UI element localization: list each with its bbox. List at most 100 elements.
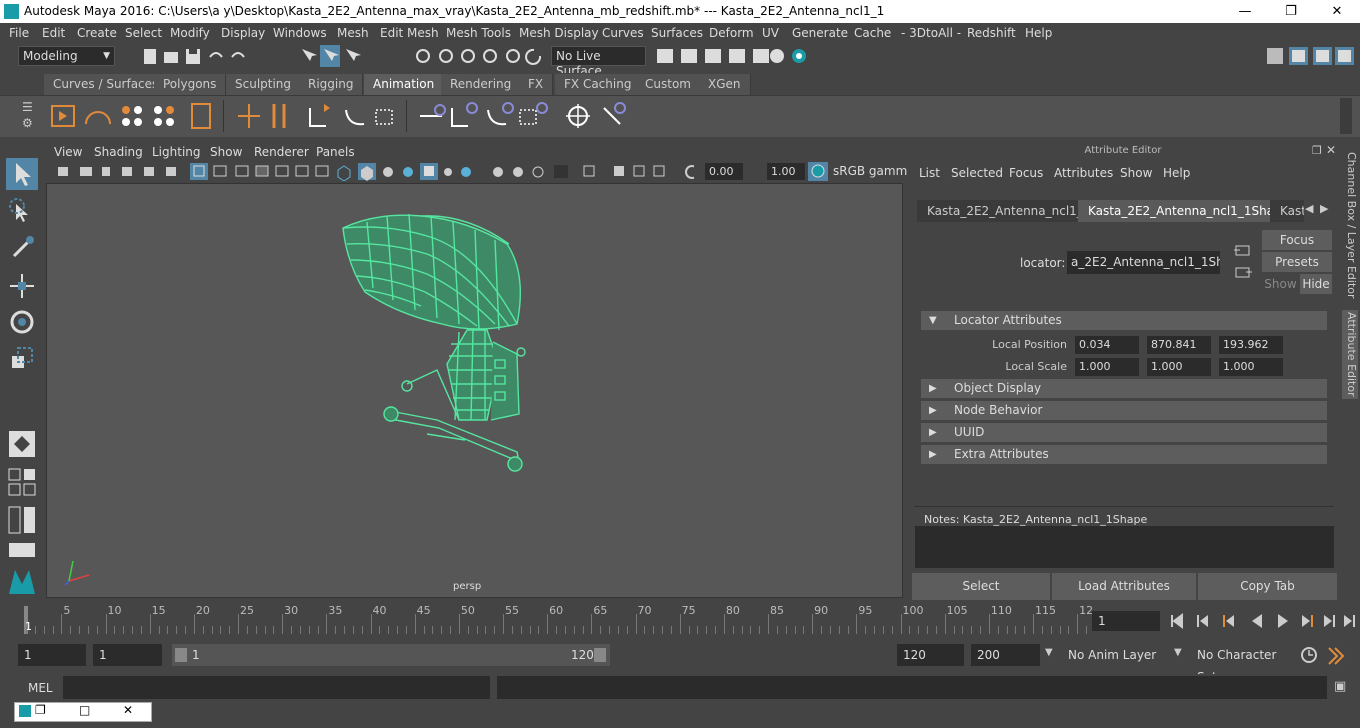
notes-textarea[interactable] (915, 526, 1334, 568)
close-icon[interactable]: ✕ (123, 703, 133, 717)
scale-tool-icon[interactable] (6, 342, 38, 374)
animation-start-field[interactable]: 1 (18, 644, 86, 666)
tab-curves-surfaces[interactable]: Curves / Surfaces (44, 74, 169, 95)
paint-select-icon[interactable] (6, 232, 38, 264)
tab-custom[interactable]: Custom (636, 74, 701, 95)
tab-fx[interactable]: FX (519, 74, 554, 95)
antenna-wireframe-model[interactable] (47, 184, 902, 597)
hide-button[interactable]: Hide (1300, 274, 1332, 294)
tab-animation[interactable]: Animation (364, 74, 445, 95)
menu-select[interactable]: Select (125, 26, 162, 40)
tab-sculpting[interactable]: Sculpting (226, 74, 302, 95)
mode-dropdown[interactable]: Modeling ▼ (18, 46, 115, 66)
vp-menu-renderer[interactable]: Renderer (254, 145, 309, 159)
move-tool-icon[interactable] (6, 270, 38, 302)
local-scale-x[interactable]: 1.000 (1075, 358, 1139, 376)
close-panel-icon[interactable]: ✕ (1326, 143, 1336, 157)
menu-surfaces[interactable]: Surfaces (651, 26, 703, 40)
render-toolbar-icons[interactable] (655, 46, 815, 66)
maximize-button[interactable]: ❐ (1268, 0, 1314, 23)
section-object-display[interactable]: ▶ Object Display (921, 379, 1327, 398)
menu-display[interactable]: Display (221, 26, 265, 40)
ae-menu-selected[interactable]: Selected (951, 166, 1003, 180)
key-prefs-icons[interactable] (1299, 644, 1355, 666)
menu-mesh[interactable]: Mesh (337, 26, 369, 40)
menu-redshift[interactable]: Redshift (967, 26, 1016, 40)
ae-menu-focus[interactable]: Focus (1009, 166, 1043, 180)
menu-create[interactable]: Create (77, 26, 117, 40)
section-uuid[interactable]: ▶ UUID (921, 423, 1327, 442)
color-space-label[interactable]: sRGB gamma (833, 164, 915, 178)
shelf-tool-icons[interactable] (48, 100, 638, 134)
menu-mesh-display[interactable]: Mesh Display (519, 26, 599, 40)
ae-tab-overflow[interactable]: Kast (1270, 200, 1304, 222)
character-set-dropdown[interactable]: No Character Set (1191, 644, 1291, 684)
tab-xgen[interactable]: XGen (699, 74, 751, 95)
color-management-icon[interactable] (808, 162, 828, 181)
range-start-handle[interactable] (175, 648, 187, 662)
load-attributes-button[interactable]: Load Attributes (1052, 573, 1196, 600)
lasso-tool-icon[interactable] (6, 196, 38, 228)
vp-menu-shading[interactable]: Shading (94, 145, 143, 159)
file-toolbar-icons[interactable] (140, 47, 270, 67)
live-surface-field[interactable]: No Live Surface (551, 46, 646, 78)
shelf-scrollbar[interactable] (1340, 98, 1352, 134)
menu-windows[interactable]: Windows (273, 26, 327, 40)
focus-button[interactable]: Focus (1262, 230, 1332, 250)
tab-left-arrow-icon[interactable]: ◀ (1305, 202, 1313, 215)
local-position-y[interactable]: 870.841 (1147, 336, 1211, 354)
tab-rigging[interactable]: Rigging (299, 74, 364, 95)
copy-tab-button[interactable]: Copy Tab (1198, 573, 1337, 600)
ae-menu-show[interactable]: Show (1120, 166, 1152, 180)
menu-uv[interactable]: UV (762, 26, 779, 40)
attribute-editor-tab[interactable]: Attribute Editor (1342, 310, 1358, 399)
vp-menu-panels[interactable]: Panels (316, 145, 355, 159)
near-clip-field[interactable]: 0.00 (705, 163, 743, 180)
range-end-handle[interactable] (594, 648, 606, 662)
presets-button[interactable]: Presets (1262, 252, 1332, 272)
range-slider[interactable]: 1 120 (172, 644, 610, 666)
ae-tab-transform[interactable]: Kasta_2E2_Antenna_ncl1_1 (917, 200, 1101, 222)
menu-help[interactable]: Help (1025, 26, 1052, 40)
mel-command-input[interactable] (63, 676, 490, 699)
playback-end-field[interactable]: 120 (897, 644, 964, 666)
menu-modify[interactable]: Modify (170, 26, 210, 40)
tab-rendering[interactable]: Rendering (441, 74, 522, 95)
select-button[interactable]: Select (912, 573, 1050, 600)
tab-polygons[interactable]: Polygons (154, 74, 227, 95)
local-position-z[interactable]: 193.962 (1219, 336, 1283, 354)
local-scale-y[interactable]: 1.000 (1147, 358, 1211, 376)
current-frame-field[interactable]: 1 (1092, 611, 1160, 631)
playback-start-field[interactable]: 1 (93, 644, 162, 666)
playback-controls[interactable] (1168, 611, 1358, 631)
tab-fx-caching[interactable]: FX Caching (555, 74, 642, 95)
ae-tab-shape[interactable]: Kasta_2E2_Antenna_ncl1_1Shape (1078, 200, 1300, 222)
section-locator-attributes[interactable]: ▼ Locator Attributes (921, 311, 1327, 330)
anim-layer-dropdown[interactable]: No Anim Layer (1062, 644, 1162, 666)
maximize-icon[interactable]: □ (79, 703, 90, 717)
menu-curves[interactable]: Curves (602, 26, 644, 40)
chevron-down-icon[interactable]: ▼ (1045, 647, 1053, 658)
locator-name-field[interactable]: a_2E2_Antenna_ncl1_1Shape (1067, 251, 1220, 274)
selection-snap-icons[interactable] (298, 45, 548, 67)
minimized-window[interactable]: ❐ □ ✕ (14, 702, 152, 722)
single-view-layout-icon[interactable] (6, 428, 38, 460)
viewport-toolbar-icons[interactable] (54, 162, 694, 181)
menu-cache[interactable]: Cache (854, 26, 891, 40)
four-view-layout-icon[interactable] (6, 466, 38, 498)
side-by-side-layout-icon[interactable] (6, 504, 38, 536)
menu-file[interactable]: File (9, 26, 29, 40)
vp-menu-view[interactable]: View (54, 145, 82, 159)
ae-menu-attributes[interactable]: Attributes (1054, 166, 1113, 180)
tab-right-arrow-icon[interactable]: ▶ (1320, 202, 1328, 215)
section-extra-attributes[interactable]: ▶ Extra Attributes (921, 445, 1327, 464)
float-panel-icon[interactable]: ❐ (1312, 144, 1322, 157)
menu-mesh-tools[interactable]: Mesh Tools (446, 26, 511, 40)
gear-icon[interactable]: ⚙ (22, 116, 33, 130)
script-editor-icon[interactable]: ▣ (1334, 679, 1346, 694)
time-slider[interactable]: 1 5 10 15 20 25 30 35 40 45 50 55 60 65 70 75 80 85 90 95 1… (18, 604, 1093, 634)
perspective-viewport[interactable]: persp (46, 183, 903, 598)
vp-menu-lighting[interactable]: Lighting (152, 145, 201, 159)
menu-3dtoall[interactable]: - 3DtoAll - (901, 26, 961, 40)
ae-menu-list[interactable]: List (919, 166, 940, 180)
